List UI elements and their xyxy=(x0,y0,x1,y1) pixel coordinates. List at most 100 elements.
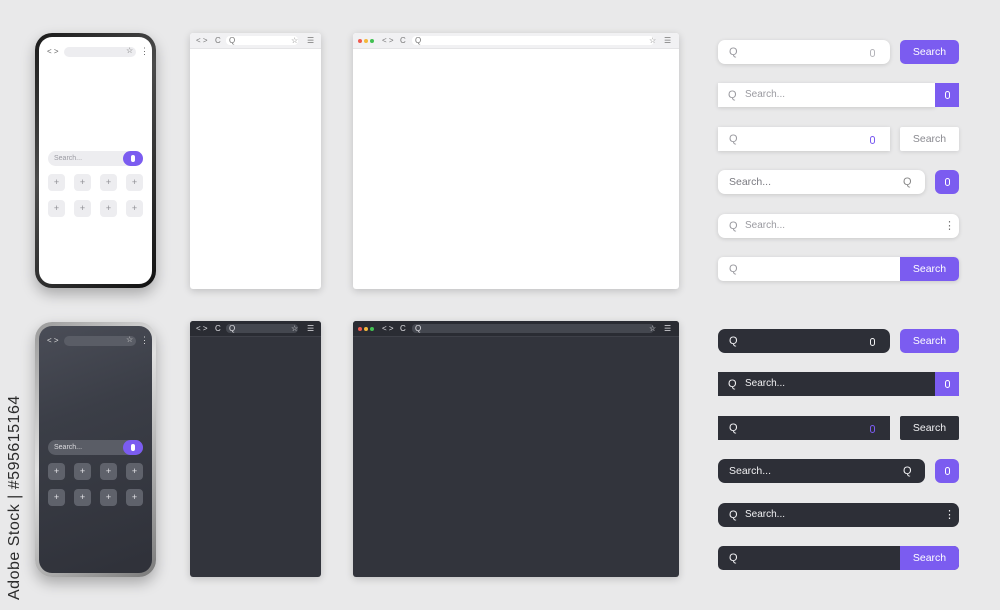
mic-button[interactable] xyxy=(935,372,959,396)
address-bar[interactable] xyxy=(412,324,654,333)
menu-dots-icon[interactable]: ⋮ xyxy=(944,219,955,233)
maximize-dot-icon[interactable] xyxy=(370,39,374,43)
search-placeholder: Search... xyxy=(745,220,786,231)
star-icon[interactable]: ☆ xyxy=(649,36,656,45)
menu-dots-icon[interactable]: ⋮ xyxy=(140,46,149,57)
shortcut-tile[interactable]: + xyxy=(48,200,65,217)
nav-arrows-icon[interactable]: < > xyxy=(47,336,59,345)
browser-window-wide-dark: < > C Q ☆ ☰ xyxy=(353,321,679,577)
maximize-dot-icon[interactable] xyxy=(370,327,374,331)
star-icon[interactable]: ☆ xyxy=(291,324,298,333)
reload-icon[interactable]: C xyxy=(215,36,221,45)
browser-window-narrow-dark: < > C Q ☆ ☰ xyxy=(190,321,321,577)
minimize-dot-icon[interactable] xyxy=(364,39,368,43)
search-icon: Q xyxy=(729,509,738,521)
search-button[interactable]: Search xyxy=(900,546,959,570)
shortcut-tile[interactable]: + xyxy=(126,463,143,480)
address-bar[interactable] xyxy=(226,324,298,333)
nav-arrows-icon[interactable]: < > xyxy=(47,47,59,56)
address-bar[interactable] xyxy=(412,36,654,45)
minimize-dot-icon[interactable] xyxy=(364,327,368,331)
shortcut-tile[interactable]: + xyxy=(126,489,143,506)
reload-icon[interactable]: C xyxy=(400,36,406,45)
star-icon[interactable]: ☆ xyxy=(126,46,133,55)
back-forward-icon[interactable]: < > xyxy=(196,324,208,333)
shortcut-tile[interactable]: + xyxy=(74,489,91,506)
mic-button[interactable] xyxy=(935,83,959,107)
search-input[interactable]: Q Search... ⋮ xyxy=(718,214,959,238)
browser-window-wide-light: < > C Q ☆ ☰ xyxy=(353,33,679,289)
shortcut-tile[interactable]: + xyxy=(126,200,143,217)
search-icon[interactable]: Q xyxy=(903,175,912,189)
mic-button[interactable] xyxy=(935,459,959,483)
search-icon: Q xyxy=(729,263,738,275)
menu-dots-icon[interactable]: ⋮ xyxy=(944,508,955,522)
search-input[interactable]: Q Search... xyxy=(718,83,935,107)
search-input[interactable]: Q xyxy=(718,40,890,64)
search-placeholder: Search... xyxy=(745,89,786,100)
menu-icon[interactable]: ☰ xyxy=(664,36,671,45)
back-forward-icon[interactable]: < > xyxy=(382,36,394,45)
menu-icon[interactable]: ☰ xyxy=(664,324,671,333)
shortcut-tile[interactable]: + xyxy=(100,174,117,191)
search-input[interactable]: Q xyxy=(718,127,890,151)
search-icon: Q xyxy=(229,324,236,333)
address-bar[interactable] xyxy=(226,36,298,45)
search-button[interactable]: Search xyxy=(900,416,959,440)
shortcut-tile[interactable]: + xyxy=(74,200,91,217)
search-placeholder: Search... xyxy=(729,176,772,188)
search-input[interactable]: Q xyxy=(718,329,890,353)
star-icon[interactable]: ☆ xyxy=(649,324,656,333)
mic-icon xyxy=(944,380,950,389)
search-input[interactable]: Search... Q xyxy=(718,170,925,194)
search-placeholder: Search... xyxy=(745,509,786,520)
search-input[interactable]: Search... Q xyxy=(718,459,925,483)
shortcut-tile[interactable]: + xyxy=(126,174,143,191)
search-input[interactable]: Q xyxy=(718,416,890,440)
shortcut-tile[interactable]: + xyxy=(100,200,117,217)
menu-icon[interactable]: ☰ xyxy=(307,324,314,333)
shortcut-tile[interactable]: + xyxy=(48,463,65,480)
browser-toolbar: < > C Q ☆ ☰ xyxy=(353,321,679,337)
mic-icon[interactable] xyxy=(870,422,875,436)
shortcut-tile[interactable]: + xyxy=(48,174,65,191)
star-icon[interactable]: ☆ xyxy=(291,36,298,45)
mic-button[interactable] xyxy=(935,170,959,194)
shortcut-tile[interactable]: + xyxy=(74,463,91,480)
close-dot-icon[interactable] xyxy=(358,327,362,331)
menu-dots-icon[interactable]: ⋮ xyxy=(140,335,149,346)
search-icon: Q xyxy=(229,36,236,45)
star-icon[interactable]: ☆ xyxy=(126,335,133,344)
shortcut-tile[interactable]: + xyxy=(100,463,117,480)
back-forward-icon[interactable]: < > xyxy=(382,324,394,333)
search-button[interactable]: Search xyxy=(900,329,959,353)
phone-dark: < > ☆ ⋮ Search... + + + + + + + + xyxy=(35,322,156,577)
search-button[interactable]: Search xyxy=(900,257,959,281)
shortcut-grid: + + + + + + + + xyxy=(48,463,144,506)
mic-button[interactable] xyxy=(123,440,143,455)
phone-light-screen: < > ☆ ⋮ Search... + + + + + + + + xyxy=(39,37,152,284)
mic-icon xyxy=(944,467,950,476)
mic-icon[interactable] xyxy=(870,46,875,60)
search-icon: Q xyxy=(729,220,738,232)
mic-icon xyxy=(131,444,135,451)
back-forward-icon[interactable]: < > xyxy=(196,36,208,45)
search-input[interactable]: Q Search... xyxy=(718,372,935,396)
shortcut-tile[interactable]: + xyxy=(100,489,117,506)
mic-icon xyxy=(944,91,950,100)
close-dot-icon[interactable] xyxy=(358,39,362,43)
mic-icon[interactable] xyxy=(870,133,875,147)
menu-icon[interactable]: ☰ xyxy=(307,36,314,45)
browser-toolbar: < > C Q ☆ ☰ xyxy=(353,33,679,49)
search-button[interactable]: Search xyxy=(900,40,959,64)
shortcut-tile[interactable]: + xyxy=(74,174,91,191)
shortcut-tile[interactable]: + xyxy=(48,489,65,506)
reload-icon[interactable]: C xyxy=(400,324,406,333)
search-button[interactable]: Search xyxy=(900,127,959,151)
reload-icon[interactable]: C xyxy=(215,324,221,333)
search-icon[interactable]: Q xyxy=(903,464,912,478)
mic-icon[interactable] xyxy=(870,335,875,349)
search-input[interactable]: Q Search... ⋮ xyxy=(718,503,959,527)
mic-button[interactable] xyxy=(123,151,143,166)
search-icon: Q xyxy=(728,378,737,390)
